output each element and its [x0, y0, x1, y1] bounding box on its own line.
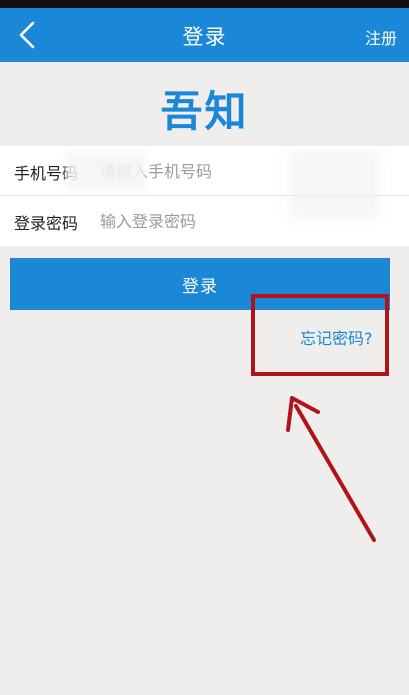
annotation-highlight-box — [251, 294, 389, 376]
page-title: 登录 — [182, 25, 227, 49]
annotation-arrow-icon — [286, 396, 376, 542]
password-label: 登录密码 — [14, 214, 79, 233]
navbar: 登录 注册 — [0, 8, 409, 62]
blur-overlay — [66, 152, 146, 190]
status-bar — [0, 0, 409, 8]
blur-overlay — [290, 150, 380, 220]
app-logo: 吾知 — [160, 87, 249, 136]
register-link[interactable]: 注册 — [365, 25, 397, 49]
